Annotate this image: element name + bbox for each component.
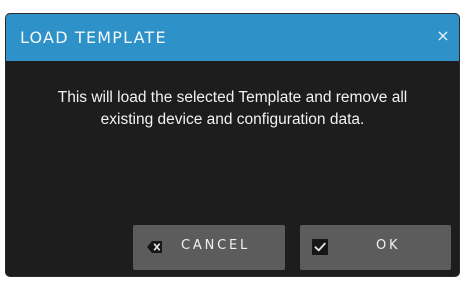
cancel-button-label: CANCEL	[181, 238, 251, 253]
dialog-message: This will load the selected Template and…	[16, 87, 449, 131]
ok-button-label: OK	[376, 238, 401, 253]
dialog-titlebar: LOAD TEMPLATE ×	[6, 14, 459, 61]
checkbox-check-icon	[312, 239, 328, 255]
close-icon[interactable]: ×	[433, 26, 453, 46]
message-line-2: existing device and configuration data.	[100, 111, 365, 128]
cancel-button[interactable]: CANCEL	[133, 225, 285, 270]
message-line-1: This will load the selected Template and…	[57, 89, 408, 106]
backspace-x-icon	[147, 241, 162, 253]
ok-button[interactable]: OK	[300, 225, 451, 270]
dialog-title: LOAD TEMPLATE	[20, 28, 167, 47]
load-template-dialog: LOAD TEMPLATE × This will load the selec…	[6, 14, 459, 276]
